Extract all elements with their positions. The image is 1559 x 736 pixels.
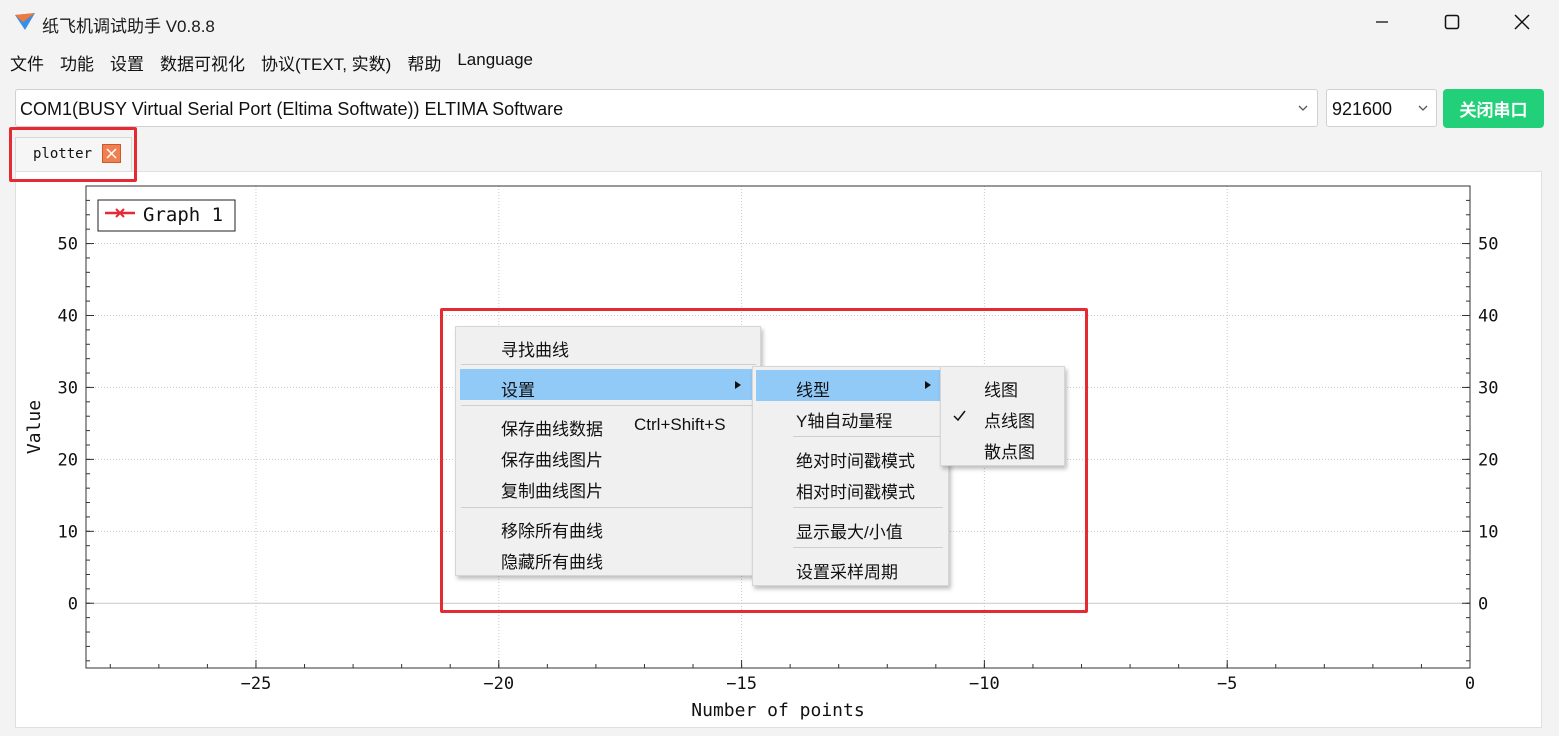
x-axis-title: Number of points bbox=[691, 700, 864, 721]
x-tick-label: −20 bbox=[483, 674, 514, 694]
y-tick-label-right: 0 bbox=[1478, 594, 1488, 614]
title-bar: 纸飞机调试助手 V0.8.8 bbox=[0, 0, 1559, 44]
minimize-button[interactable] bbox=[1347, 0, 1417, 44]
legend[interactable]: Graph 1 bbox=[97, 199, 236, 232]
x-tick-label: −15 bbox=[726, 674, 757, 694]
y-tick-label-right: 50 bbox=[1478, 235, 1498, 255]
maximize-icon bbox=[1444, 14, 1460, 30]
chevron-down-icon bbox=[1418, 105, 1428, 111]
menu-function[interactable]: 功能 bbox=[52, 46, 102, 76]
menu-help[interactable]: 帮助 bbox=[399, 46, 449, 76]
maximize-button[interactable] bbox=[1417, 0, 1487, 44]
annotation-box-tab bbox=[9, 127, 137, 182]
y-tick-label-left: 30 bbox=[58, 378, 78, 398]
close-port-button[interactable]: 关闭串口 bbox=[1443, 89, 1544, 128]
port-value: COM1(BUSY Virtual Serial Port (Eltima So… bbox=[20, 99, 564, 119]
chevron-down-icon bbox=[1298, 105, 1308, 111]
y-axis-title: Value bbox=[24, 400, 45, 454]
baud-value: 921600 bbox=[1332, 99, 1393, 119]
close-icon bbox=[1514, 14, 1530, 30]
y-tick-label-left: 10 bbox=[58, 522, 78, 542]
x-tick-label: −5 bbox=[1217, 674, 1237, 694]
menu-settings[interactable]: 设置 bbox=[102, 46, 152, 76]
paper-plane-icon bbox=[15, 13, 35, 30]
menu-visualization[interactable]: 数据可视化 bbox=[152, 46, 253, 76]
y-tick-label-right: 40 bbox=[1478, 306, 1498, 326]
port-select[interactable]: COM1(BUSY Virtual Serial Port (Eltima So… bbox=[15, 89, 1318, 127]
y-tick-label-left: 40 bbox=[58, 306, 78, 326]
minimize-icon bbox=[1376, 21, 1388, 23]
menu-protocol[interactable]: 协议(TEXT, 实数) bbox=[253, 46, 399, 76]
window-title: 纸飞机调试助手 V0.8.8 bbox=[42, 17, 215, 36]
y-tick-label-left: 50 bbox=[58, 235, 78, 255]
baud-select[interactable]: 921600 bbox=[1326, 89, 1437, 127]
annotation-box-menu bbox=[440, 308, 1088, 613]
menu-bar: 文件 功能 设置 数据可视化 协议(TEXT, 实数) 帮助 Language bbox=[0, 46, 541, 76]
y-tick-label-left: 20 bbox=[58, 450, 78, 470]
x-tick-label: −25 bbox=[241, 674, 272, 694]
y-tick-label-right: 20 bbox=[1478, 450, 1498, 470]
x-tick-labels: −25 −20 −15 −10 −5 0 bbox=[241, 674, 1476, 694]
y-tick-label-right: 10 bbox=[1478, 522, 1498, 542]
y-tick-label-left: 0 bbox=[68, 594, 78, 614]
x-tick-label: 0 bbox=[1465, 674, 1475, 694]
legend-entry: Graph 1 bbox=[143, 204, 223, 226]
menu-language[interactable]: Language bbox=[449, 46, 541, 76]
close-window-button[interactable] bbox=[1487, 0, 1557, 44]
y-tick-label-right: 30 bbox=[1478, 378, 1498, 398]
x-tick-label: −10 bbox=[969, 674, 1000, 694]
menu-file[interactable]: 文件 bbox=[0, 46, 52, 76]
